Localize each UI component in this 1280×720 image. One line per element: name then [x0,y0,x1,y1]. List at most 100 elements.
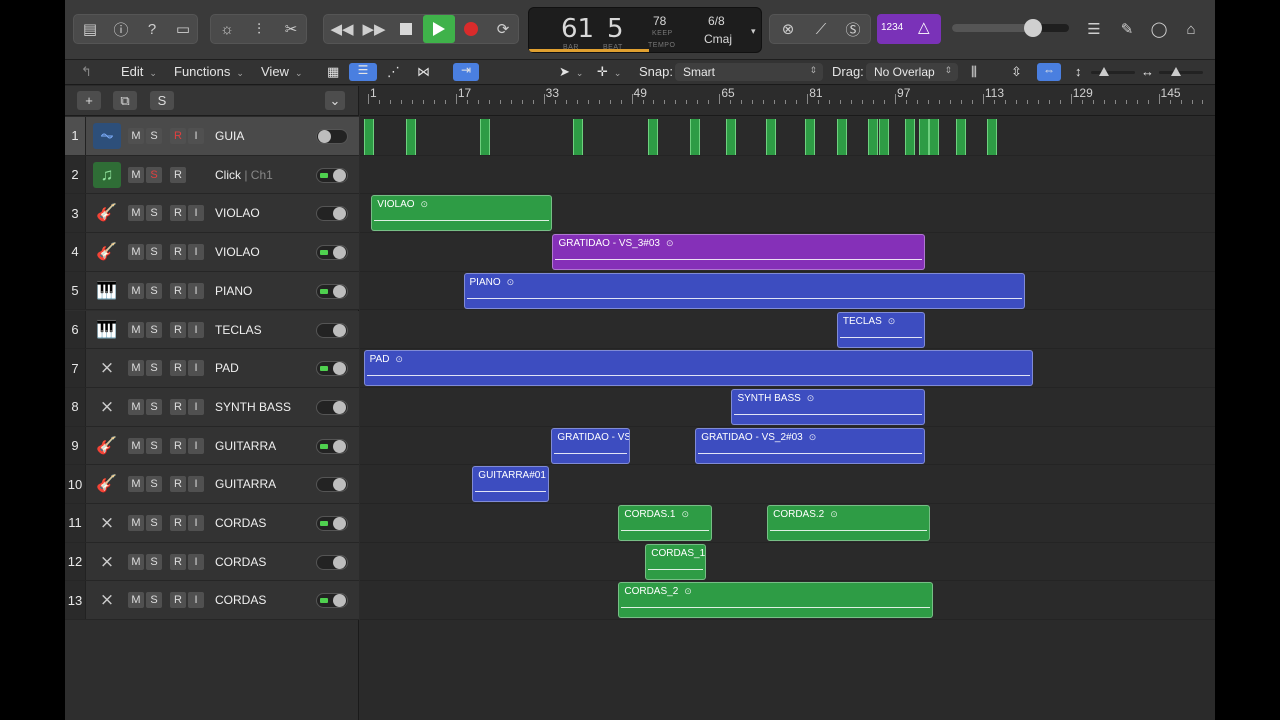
master-volume-slider[interactable] [952,19,1069,37]
loop-browser-icon[interactable]: ◯ [1143,15,1175,43]
input-monitor-button[interactable]: I [188,244,204,261]
region[interactable]: GRATIDAO - VS_2#03 ⊙ [695,427,925,464]
notepad-icon[interactable]: ✎ [1111,15,1143,43]
solo-button[interactable]: S [146,166,162,183]
lcd-chevron-down-icon[interactable]: ▾ [751,26,756,37]
mute-button[interactable]: M [128,398,144,415]
track-on-off-toggle[interactable] [316,245,348,261]
track-header-cordas[interactable]: 12 ⨯ M S R I CORDAS [65,542,359,582]
track-on-off-toggle[interactable] [316,361,348,377]
record-enable-button[interactable]: R [170,128,186,144]
track-header-cordas[interactable]: 13 ⨯ M S R I CORDAS [65,581,359,621]
guide-region[interactable] [955,119,966,155]
vertical-zoom-slider[interactable] [1091,67,1135,76]
input-monitor-button[interactable]: I [188,398,204,415]
rewind-icon[interactable]: ◀◀ [326,15,358,43]
region[interactable]: GUITARRA#01⊙ [472,466,550,503]
guide-region[interactable] [725,119,736,155]
horizontal-zoom-slider[interactable] [1159,67,1203,76]
tuner-icon[interactable]: ⟋ [805,15,837,43]
record-enable-button[interactable]: R [170,360,186,377]
snap-select[interactable]: Smart ⇕ [675,63,823,81]
record-enable-button[interactable]: R [170,166,186,183]
mute-button[interactable]: M [128,515,144,531]
fast-forward-icon[interactable]: ▶▶ [358,15,390,43]
region[interactable]: CORDAS_1⊙ [645,543,706,580]
crosshair-tool-icon[interactable]: ✛ ⌄ [597,64,621,80]
guide-region[interactable] [479,119,490,155]
guide-region[interactable] [766,119,777,155]
guide-region[interactable] [918,119,929,155]
lcd-display[interactable]: 61 5 BAR BEAT 78 KEEP TEMPO 6/8 Cmaj ▾ [528,7,762,53]
track-on-off-toggle[interactable] [316,129,348,144]
flex-icon[interactable]: ⋈ [417,64,430,80]
track-header-pad[interactable]: 7 ⨯ M S R I PAD [65,349,359,388]
region[interactable]: CORDAS.2 ⊙ [767,505,930,541]
view-menu[interactable]: View ⌄ [261,64,303,79]
mixer-icon[interactable]: ⫶ [243,15,275,43]
cycle-icon[interactable]: ⟳ [487,15,519,43]
solo-button[interactable]: S [146,360,162,377]
record-enable-button[interactable]: R [170,244,186,261]
track-name[interactable]: SYNTH BASS [215,400,291,414]
guide-region[interactable] [406,119,417,155]
functions-menu[interactable]: Functions ⌄ [174,64,244,79]
quick-help-icon[interactable]: ? [136,15,168,43]
solo-button[interactable]: S [146,515,162,531]
catch-playhead-icon[interactable]: ⇥ [453,63,479,81]
record-enable-button[interactable]: R [170,592,186,609]
track-name[interactable]: TECLAS [215,323,262,337]
input-monitor-button[interactable]: I [188,321,204,338]
back-icon[interactable]: ↰ [81,64,92,80]
input-monitor-button[interactable]: I [188,476,204,493]
vertical-fit-icon[interactable]: ⇳ [1011,64,1022,80]
track-name[interactable]: GUIA [215,129,244,143]
record-enable-button[interactable]: R [170,205,186,222]
region[interactable]: SYNTH BASS ⊙ [731,388,925,425]
library-icon[interactable]: ▤ [74,15,106,43]
track-on-off-toggle[interactable] [316,516,348,531]
pointer-tool-icon[interactable]: ➤ ⌄ [559,64,583,80]
guide-region[interactable] [904,119,915,155]
solo-button[interactable]: S [146,553,162,570]
track-header-guitarra[interactable]: 9 🎸 M S R I GUITARRA [65,426,359,466]
low-latency-icon[interactable]: ⊗ [772,15,804,43]
guide-region[interactable] [573,119,584,155]
record-enable-button[interactable]: R [170,282,186,299]
smart-controls-icon[interactable]: ☼ [211,15,243,43]
waveform-zoom-icon[interactable]: ⫼ [971,64,977,80]
region[interactable]: CORDAS.1 ⊙ [618,505,712,541]
horizontal-fit-icon[interactable]: ⇔ [1037,63,1061,81]
list-editors-icon[interactable]: ☰ [1078,15,1110,43]
list-view-icon[interactable]: ☰ [349,63,377,81]
guide-region[interactable] [836,119,847,155]
track-on-off-toggle[interactable] [316,283,348,299]
region[interactable]: TECLAS ⊙ [836,311,925,348]
record-enable-button[interactable]: R [170,398,186,415]
edit-menu[interactable]: Edit ⌄ [121,64,157,79]
track-name[interactable]: CORDAS [215,593,266,607]
track-lane[interactable] [360,543,1215,582]
track-on-off-toggle[interactable] [316,167,348,183]
track-lane[interactable] [360,311,1215,350]
record-enable-button[interactable]: R [170,476,186,493]
solo-button[interactable]: S [146,282,162,299]
input-monitor-button[interactable]: I [188,515,204,531]
track-name[interactable]: GUITARRA [215,477,276,491]
track-header-synth-bass[interactable]: 8 ⨯ M S R I SYNTH BASS [65,387,359,427]
drag-select[interactable]: No Overlap ⇕ [866,63,958,81]
mute-button[interactable]: M [128,476,144,493]
track-name[interactable]: CORDAS [215,516,266,530]
input-monitor-button[interactable]: I [188,128,204,144]
stop-icon[interactable] [390,15,422,43]
metronome-icon[interactable]: △ [918,18,930,36]
collapse-icon[interactable]: ⌄ [325,91,345,110]
record-enable-button[interactable]: R [170,553,186,570]
record-enable-button[interactable]: R [170,321,186,338]
track-on-off-toggle[interactable] [316,399,348,415]
track-name[interactable]: VIOLAO [215,206,260,220]
guide-region[interactable] [363,119,374,155]
track-name[interactable]: PIANO [215,284,252,298]
bar-ruler[interactable]: 1 17 33 49 65 81 97 113 129 145 [360,86,1215,116]
count-in-button[interactable]: 1234 [881,22,903,33]
